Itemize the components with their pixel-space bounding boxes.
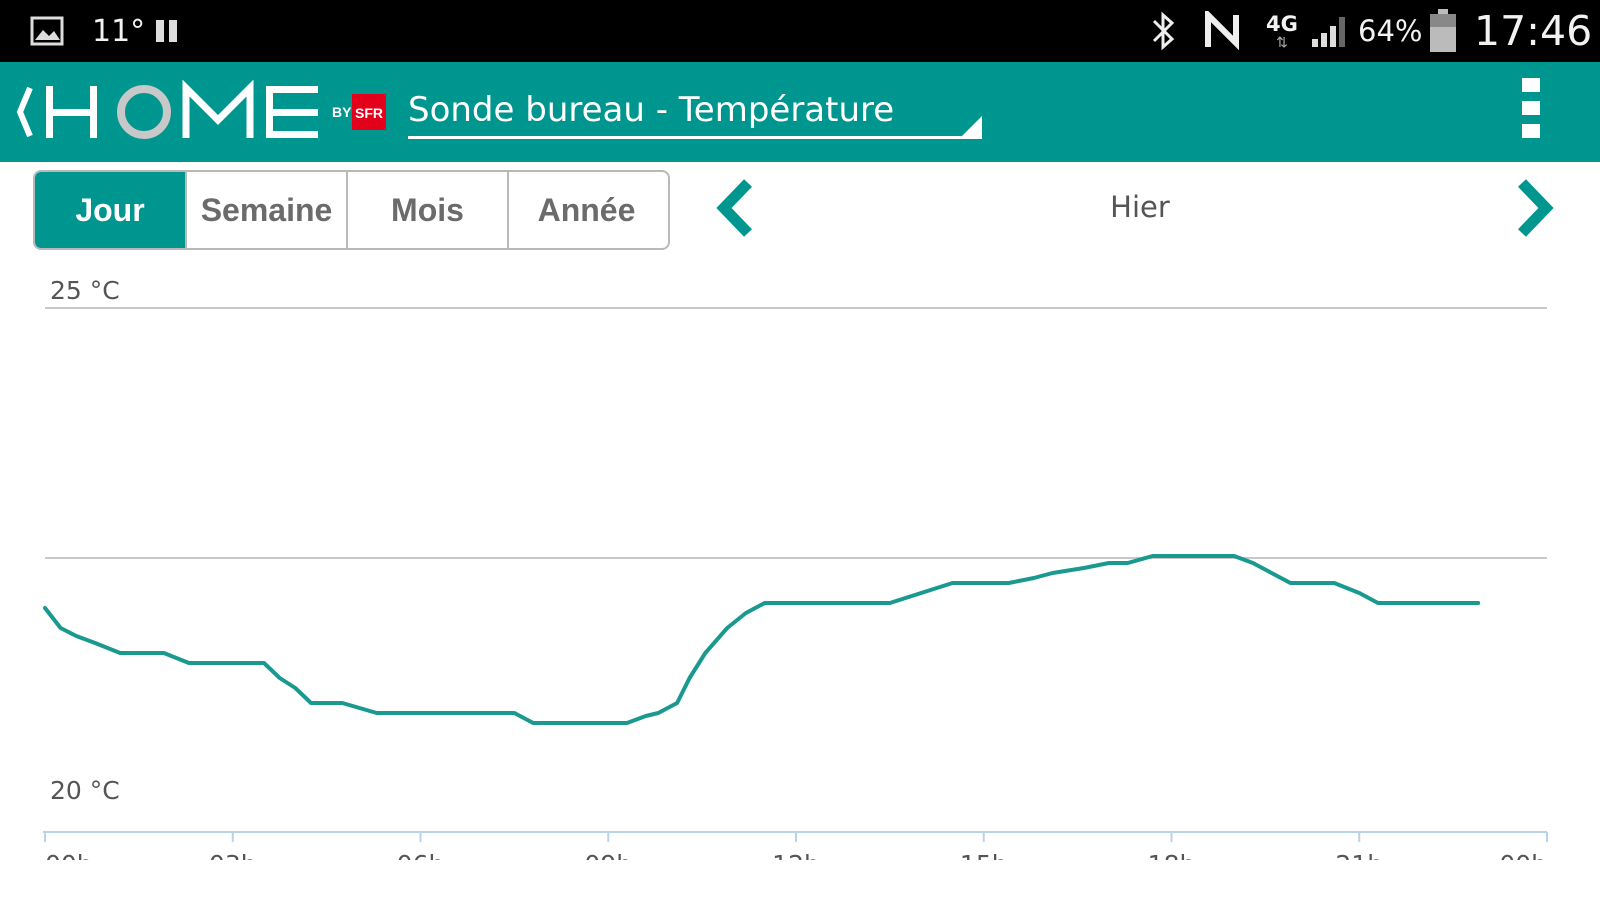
x-tick-label: 09h — [584, 850, 632, 860]
period-label: Hier — [1110, 190, 1170, 224]
battery-icon — [1428, 0, 1458, 62]
logo-by: BY — [332, 104, 352, 120]
x-tick-label: 18h — [1148, 850, 1196, 860]
signal-icon — [1310, 0, 1350, 62]
next-period-button[interactable] — [1508, 175, 1568, 241]
home-by-sfr-logo[interactable]: BY SFR — [14, 79, 388, 144]
network-type: 4G — [1266, 12, 1298, 36]
previous-period-button[interactable] — [706, 175, 766, 241]
x-tick-label: 12h — [772, 850, 820, 860]
tab-annee[interactable]: Année — [509, 172, 664, 248]
app-bar: BY SFR Sonde bureau - Température — [0, 62, 1600, 162]
status-bar: 11° 4G ⇅ 64% 17:46 — [0, 0, 1600, 62]
weather-temperature: 11° — [92, 13, 146, 49]
x-tick-label: 03h — [209, 850, 257, 860]
x-tick-label: 00h — [1499, 850, 1547, 860]
bluetooth-icon — [1148, 0, 1178, 62]
image-icon — [30, 0, 64, 62]
clock: 17:46 — [1474, 7, 1593, 55]
tab-jour[interactable]: Jour — [35, 172, 187, 248]
x-tick-label: 15h — [960, 850, 1008, 860]
x-tick-label: 06h — [397, 850, 445, 860]
tab-semaine[interactable]: Semaine — [187, 172, 348, 248]
pause-icon — [154, 0, 180, 62]
dropdown-corner-icon — [962, 116, 982, 136]
temperature-line-0 — [43, 554, 1481, 725]
overflow-menu-icon[interactable] — [1516, 78, 1546, 146]
tab-mois[interactable]: Mois — [348, 172, 509, 248]
page-title: Sonde bureau - Température — [408, 90, 895, 130]
data-arrows-icon: ⇅ — [1276, 34, 1288, 50]
y-tick-label: 25 °C — [50, 276, 120, 305]
x-tick-label: 21h — [1335, 850, 1383, 860]
period-tabs: Jour Semaine Mois Année — [33, 170, 670, 250]
back-chevron-icon — [16, 86, 33, 138]
chevron-left-icon — [716, 179, 752, 237]
chevron-right-icon — [1518, 179, 1554, 237]
temperature-chart: 25 °C 20 °C 00h 03h 06h 09h 12h 15h 18h 21h 00h — [43, 276, 1548, 860]
sensor-dropdown[interactable]: Sonde bureau - Température — [408, 84, 982, 139]
battery-percent: 64% — [1358, 14, 1423, 48]
logo-brand: SFR — [355, 105, 383, 121]
x-tick-label: 00h — [45, 850, 93, 860]
y-tick-label: 20 °C — [50, 776, 120, 805]
network-indicator: 4G ⇅ — [1266, 0, 1298, 62]
nfc-icon — [1204, 0, 1244, 62]
